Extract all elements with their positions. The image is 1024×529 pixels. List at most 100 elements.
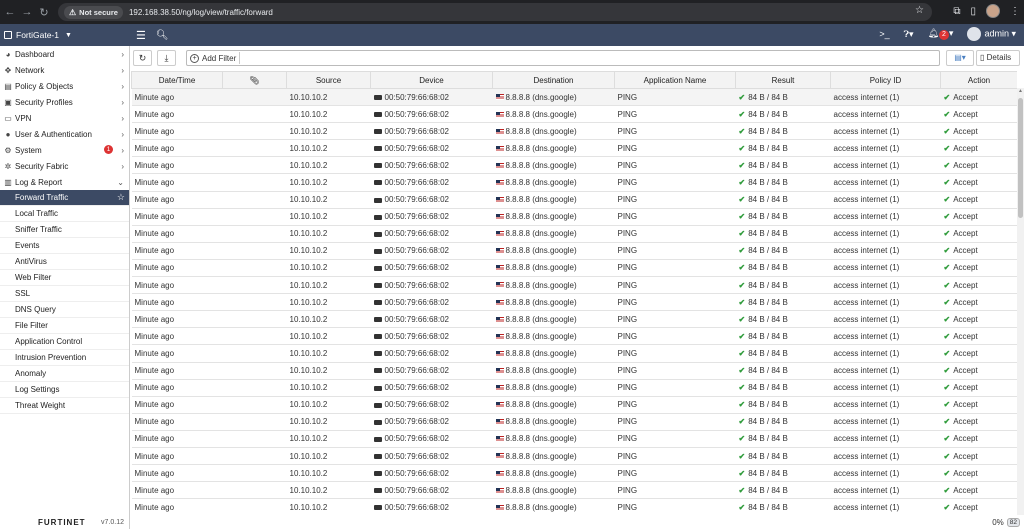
sidebar-item-events[interactable]: Events (0, 238, 129, 254)
check-icon: ✔ (738, 280, 746, 290)
column-header-source[interactable]: Source (286, 71, 371, 89)
device-icon (373, 385, 382, 391)
table-row[interactable]: Minute ago 10.10.10.2 00:50:79:66:68:02 8.8… (131, 310, 1017, 329)
table-row[interactable]: Minute ago 10.10.10.2 00:50:79:66:68:02 8.8… (131, 191, 1017, 209)
table-row[interactable]: Minute ago 10.10.10.2 00:50:79:66:68:02 8.8… (131, 173, 1017, 192)
sidebar-item-policy[interactable]: ▤ Policy & Objects › (0, 78, 129, 94)
help-icon[interactable]: ❓︎▾ (904, 29, 914, 40)
table-row[interactable]: Minute ago 10.10.10.2 00:50:79:66:68:02 8.8… (131, 344, 1017, 363)
column-header-application[interactable]: Application Name (614, 71, 736, 89)
forward-icon[interactable]: → (20, 6, 34, 18)
sidebar-item-network[interactable]: ✥ Network › (0, 62, 129, 78)
sidebar-item-threat-weight[interactable]: Threat Weight (0, 398, 129, 414)
check-icon: ✔ (738, 178, 746, 188)
device-mac: 00:50:79:66:68:02 (384, 502, 450, 512)
table-row[interactable]: Minute ago 10.10.10.2 00:50:79:66:68:02 8.8… (131, 464, 1017, 483)
sidebar-panel-icon[interactable]: ▯ (970, 6, 976, 17)
search-icon[interactable]: 🔍︎ (156, 30, 169, 41)
column-header-result[interactable]: Result (735, 71, 831, 89)
sidebar-item-forward-traffic[interactable]: Forward Traffic ☆ (0, 190, 129, 206)
hamburger-menu-icon[interactable]: ☰ (136, 29, 146, 42)
table-row[interactable]: Minute ago 10.10.10.2 00:50:79:66:68:02 8.8… (131, 396, 1017, 414)
table-row[interactable]: Minute ago 10.10.10.2 00:50:79:66:68:02 8.8… (131, 413, 1017, 431)
column-header-action[interactable]: Action (940, 71, 1017, 89)
table-row[interactable]: Minute ago 10.10.10.2 00:50:79:66:68:02 8.8… (131, 139, 1017, 158)
table-row[interactable]: Minute ago 10.10.10.2 00:50:79:66:68:02 8.8… (131, 481, 1017, 500)
bookmark-star-icon[interactable]: ☆ (915, 5, 924, 16)
cell-policy-id: access internet (1) (830, 447, 941, 466)
cell-policy-id: access internet (1) (830, 88, 941, 107)
column-header-policy-id[interactable]: Policy ID (830, 71, 941, 89)
table-row[interactable]: Minute ago 10.10.10.2 00:50:79:66:68:02 8.8… (131, 208, 1017, 226)
sidebar-item-user-auth[interactable]: ● User & Authentication › (0, 126, 129, 142)
sidebar-item-intrusion-prevention[interactable]: Intrusion Prevention (0, 350, 129, 366)
table-row[interactable]: Minute ago 10.10.10.2 00:50:79:66:68:02 8.8… (131, 156, 1017, 175)
table-row[interactable]: Minute ago 10.10.10.2 00:50:79:66:68:02 8.8… (131, 430, 1017, 448)
cli-console-icon[interactable]: >_ (879, 29, 889, 39)
sidebar-item-log-settings[interactable]: Log Settings (0, 382, 129, 398)
column-header-device[interactable]: Device (370, 71, 493, 89)
cell-source: 10.10.10.2 (286, 276, 371, 295)
refresh-button[interactable]: ↻ (133, 50, 152, 66)
sidebar-item-file-filter[interactable]: File Filter (0, 318, 129, 334)
column-header-datetime[interactable]: Date/Time (131, 71, 223, 89)
sidebar-item-ssl[interactable]: SSL (0, 286, 129, 302)
table-row[interactable]: Minute ago 10.10.10.2 00:50:79:66:68:02 8.8… (131, 259, 1017, 278)
scroll-up-icon[interactable]: ▲ (1018, 88, 1023, 94)
sidebar-item-antivirus[interactable]: AntiVirus (0, 254, 129, 270)
details-button[interactable]: ▯ Details (976, 50, 1020, 66)
sidebar-item-local-traffic[interactable]: Local Traffic (0, 206, 129, 222)
vertical-scrollbar[interactable]: ▲ (1017, 88, 1024, 515)
table-row[interactable]: Minute ago 10.10.10.2 00:50:79:66:68:02 8.8… (131, 122, 1017, 141)
download-button[interactable]: ⤓ (157, 50, 176, 66)
security-chip[interactable]: ⚠ Not secure (64, 5, 123, 19)
table-row[interactable]: Minute ago 10.10.10.2 00:50:79:66:68:02 8.8… (131, 379, 1017, 397)
table-row[interactable]: Minute ago 10.10.10.2 00:50:79:66:68:02 8.8… (131, 276, 1017, 295)
table-row[interactable]: Minute ago 10.10.10.2 00:50:79:66:68:02 8.8… (131, 327, 1017, 346)
table-row[interactable]: Minute ago 10.10.10.2 00:50:79:66:68:02 8.8… (131, 362, 1017, 380)
sidebar-item-security-profiles[interactable]: ▣ Security Profiles › (0, 94, 129, 110)
reload-icon[interactable]: ↻ (37, 6, 51, 19)
device-mac: 00:50:79:66:68:02 (384, 434, 450, 444)
favorite-star-icon[interactable]: ☆ (117, 192, 125, 203)
cell-application: PING (614, 498, 736, 515)
device-selector[interactable]: FortiGate-1 ▼ (0, 30, 130, 40)
filter-bar[interactable]: + Add Filter (186, 50, 940, 66)
sidebar-item-log-report[interactable]: ▥ Log & Report ⌄ (0, 174, 129, 190)
sidebar-item-dns-query[interactable]: DNS Query (0, 302, 129, 318)
us-flag-icon (495, 197, 504, 203)
column-header-attachment[interactable]: 📎︎ (222, 71, 287, 89)
column-header-destination[interactable]: Destination (492, 71, 615, 89)
sidebar-item-security-fabric[interactable]: ✲ Security Fabric › (0, 158, 129, 174)
scrollbar-thumb[interactable] (1018, 98, 1023, 218)
chevron-down-icon: ⌄ (117, 177, 124, 187)
cell-policy-id: access internet (1) (830, 139, 941, 158)
notifications-button[interactable]: 🔔︎ 2 ▾ (928, 28, 953, 40)
table-row[interactable]: Minute ago 10.10.10.2 00:50:79:66:68:02 8.8… (131, 498, 1017, 515)
sidebar-item-anomaly[interactable]: Anomaly (0, 366, 129, 382)
view-mode-select[interactable]: ▤▾ (946, 50, 974, 66)
profile-avatar[interactable] (986, 4, 1000, 18)
url-text[interactable]: 192.168.38.50/ng/log/view/traffic/forwar… (129, 8, 273, 17)
sidebar-item-application-control[interactable]: Application Control (0, 334, 129, 350)
sidebar-item-system[interactable]: ⚙ System 1 › (0, 142, 129, 158)
cell-result: ✔ 84 B / 84 B (735, 191, 831, 209)
table-row[interactable]: Minute ago 10.10.10.2 00:50:79:66:68:02 8.8… (131, 242, 1017, 260)
check-icon: ✔ (738, 400, 746, 410)
add-filter-button[interactable]: + Add Filter (190, 53, 236, 63)
menu-dots-icon[interactable]: ⋮ (1010, 6, 1020, 17)
table-row[interactable]: Minute ago 10.10.10.2 00:50:79:66:68:02 8.8… (131, 105, 1017, 124)
sidebar-item-dashboard[interactable]: ◕ Dashboard › (0, 46, 129, 62)
back-icon[interactable]: ← (3, 6, 17, 18)
sidebar-item-vpn[interactable]: ▭ VPN › (0, 110, 129, 126)
extensions-icon[interactable]: ⧉ (953, 6, 960, 17)
chevron-right-icon: › (121, 49, 124, 59)
table-row[interactable]: Minute ago 10.10.10.2 00:50:79:66:68:02 8.8… (131, 293, 1017, 312)
sidebar-item-sniffer-traffic[interactable]: Sniffer Traffic (0, 222, 129, 238)
user-menu[interactable]: admin ▾ (967, 27, 1016, 41)
table-row[interactable]: Minute ago 10.10.10.2 00:50:79:66:68:02 8.8… (131, 447, 1017, 466)
table-row[interactable]: Minute ago 10.10.10.2 00:50:79:66:68:02 8.8… (131, 88, 1017, 107)
sidebar-item-web-filter[interactable]: Web Filter (0, 270, 129, 286)
address-bar[interactable]: ⚠ Not secure 192.168.38.50/ng/log/view/t… (58, 3, 932, 21)
table-row[interactable]: Minute ago 10.10.10.2 00:50:79:66:68:02 8.8… (131, 225, 1017, 243)
